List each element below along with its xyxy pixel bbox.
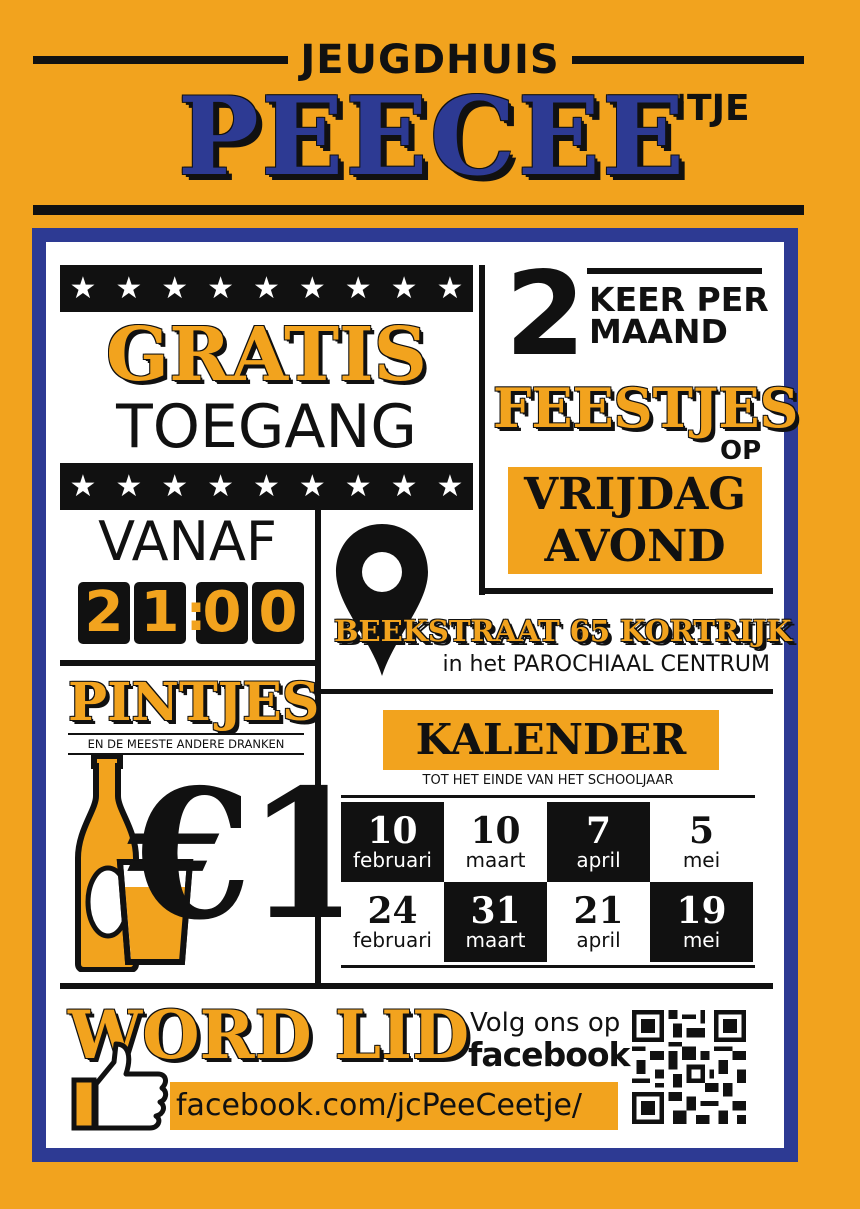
entry-subtitle: TOEGANG bbox=[116, 392, 417, 462]
divider-calendar-bottom bbox=[341, 965, 755, 968]
calendar-cell: 24 februari bbox=[341, 882, 444, 962]
day-line2: AVOND bbox=[544, 521, 726, 572]
divider-vertical-top bbox=[479, 265, 485, 595]
day-line1: VRIJDAG bbox=[524, 469, 746, 520]
calendar-cell: 7 april bbox=[547, 802, 650, 882]
entry-title: GRATIS bbox=[105, 312, 428, 398]
frequency-line2: MAAND bbox=[589, 312, 728, 351]
calendar-subtitle: TOT HET EINDE VAN HET SCHOOLJAAR bbox=[422, 773, 674, 788]
drinks-price: €1 bbox=[128, 750, 370, 959]
frequency-rule-top bbox=[587, 268, 762, 274]
divider-location-bottom bbox=[321, 689, 773, 694]
calendar-cell: 10 februari bbox=[341, 802, 444, 882]
time-from: VANAF bbox=[98, 510, 277, 573]
calendar-title: KALENDER bbox=[415, 715, 687, 764]
location-address: BEEKSTRAAT 65 KORTRIJK bbox=[334, 614, 792, 648]
time-display: 2100 : bbox=[78, 582, 318, 650]
frequency-number: 2 bbox=[505, 247, 586, 382]
header-rule-top-right bbox=[572, 56, 804, 64]
stars-bottom: ★ ★ ★ ★ ★ ★ ★ ★ ★ bbox=[60, 463, 473, 510]
calendar-cell: 5 mei bbox=[650, 802, 753, 882]
calendar-cell: 10 maart bbox=[444, 802, 547, 882]
frequency-parties: FEESTJES bbox=[493, 376, 799, 440]
calendar-cell: 31 maart bbox=[444, 882, 547, 962]
time-colon: : bbox=[186, 584, 206, 642]
time-digit: 0 bbox=[252, 582, 304, 644]
drinks-rule-top bbox=[68, 733, 304, 735]
facebook-url-bar[interactable]: facebook.com/jcPeeCeetje/ bbox=[170, 1082, 618, 1130]
thumbs-up-icon bbox=[70, 1040, 170, 1136]
header-rule-bottom bbox=[33, 205, 804, 215]
drinks-subtitle: EN DE MEESTE ANDERE DRANKEN bbox=[87, 737, 285, 751]
drinks-title: PINTJES bbox=[68, 672, 320, 733]
membership-url[interactable]: facebook.com/jcPeeCeetje/ bbox=[170, 1082, 618, 1130]
divider-calendar-top bbox=[341, 795, 755, 798]
calendar-title-box: KALENDER bbox=[383, 710, 719, 770]
header-big-title: PEECEE bbox=[177, 74, 687, 200]
qr-code-icon[interactable] bbox=[632, 1010, 746, 1128]
divider-membership-top bbox=[60, 983, 773, 989]
calendar-cell: 19 mei bbox=[650, 882, 753, 962]
header-rule-top-left bbox=[33, 56, 288, 64]
membership-network: facebook bbox=[468, 1035, 630, 1074]
time-digit: 1 bbox=[134, 582, 186, 644]
frequency-on: OP bbox=[720, 436, 762, 466]
divider-horizontal-mid bbox=[485, 588, 773, 594]
header-suffix: 'TJE bbox=[676, 88, 750, 129]
calendar-grid: 10 februari 10 maart 7 april 5 mei 24 februar… bbox=[341, 802, 753, 962]
membership-follow: Volg ons op bbox=[470, 1008, 621, 1038]
divider-left-mid bbox=[60, 660, 315, 666]
stars-top: ★ ★ ★ ★ ★ ★ ★ ★ ★ bbox=[60, 265, 473, 312]
calendar-cell: 21 april bbox=[547, 882, 650, 962]
time-digit: 2 bbox=[78, 582, 130, 644]
location-detail: in het PAROCHIAAL CENTRUM bbox=[442, 652, 770, 677]
day-box: VRIJDAG AVOND bbox=[508, 467, 762, 574]
